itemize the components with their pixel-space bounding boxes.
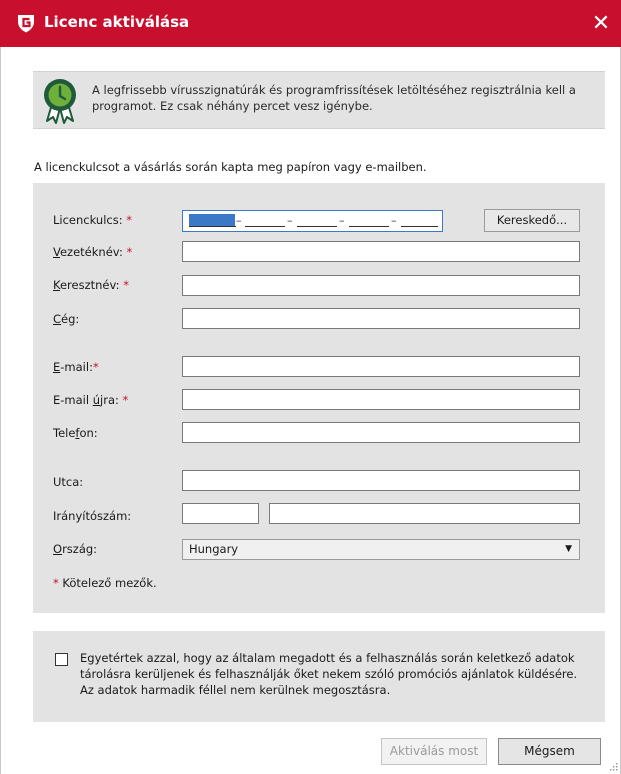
postal-label: Irányítószám:: [53, 509, 132, 523]
close-button[interactable]: ✕: [581, 0, 621, 47]
key-separator: –: [391, 214, 397, 227]
info-banner: A legfrissebb vírusszignatúrák és progra…: [33, 71, 605, 129]
phone-input[interactable]: [182, 422, 580, 443]
firstname-label: Keresztnév: *: [53, 278, 129, 292]
lastname-input[interactable]: [182, 241, 580, 262]
chevron-down-icon: ▼: [565, 544, 572, 554]
email-again-label: E-mail újra: *: [53, 393, 129, 407]
email-label: E-mail:*: [53, 360, 99, 374]
zip-input[interactable]: [182, 503, 259, 524]
intro-text: A licenckulcsot a vásárlás során kapta m…: [34, 160, 427, 174]
consent-panel: Egyetértek azzal, hogy az általam megado…: [33, 631, 605, 722]
email-again-input[interactable]: [182, 389, 580, 410]
dealer-button[interactable]: Kereskedő...: [484, 209, 580, 232]
lastname-label: Vezetéknév: *: [53, 245, 133, 259]
title-bar: Licenc aktiválása ✕: [0, 0, 621, 47]
registration-form: Licenckulcs: * – – – – Kereskedő... Veze…: [33, 183, 605, 613]
city-input[interactable]: [269, 503, 580, 524]
key-separator: –: [236, 214, 242, 227]
country-selected-value: Hungary: [189, 542, 239, 556]
cancel-button[interactable]: Mégsem: [498, 738, 601, 765]
key-separator: –: [287, 214, 293, 227]
company-input[interactable]: [182, 308, 580, 329]
company-label: Cég:: [53, 312, 80, 326]
activate-now-button[interactable]: Aktiválás most: [381, 738, 487, 765]
window-title: Licenc aktiválása: [44, 13, 190, 31]
country-select[interactable]: Hungary ▼: [182, 539, 580, 560]
gdata-shield-icon: [18, 15, 34, 33]
award-ribbon-icon: [44, 79, 76, 124]
street-input[interactable]: [182, 470, 580, 491]
consent-text: Egyetértek azzal, hogy az általam megado…: [80, 651, 578, 697]
firstname-input[interactable]: [182, 275, 580, 296]
window-border-left: [0, 47, 1, 774]
close-icon: ✕: [591, 11, 611, 36]
license-key-input[interactable]: – – – –: [182, 210, 443, 232]
phone-label: Telefon:: [53, 426, 98, 440]
required-fields-note: * Kötelező mezők.: [53, 576, 157, 590]
email-input[interactable]: [182, 356, 580, 377]
key-separator: –: [339, 214, 345, 227]
country-label: Ország:: [53, 542, 98, 556]
info-text: A legfrissebb vírusszignatúrák és progra…: [92, 83, 576, 113]
resize-grip-icon[interactable]: [608, 761, 618, 771]
license-key-label: Licenckulcs: *: [53, 213, 132, 227]
street-label: Utca:: [53, 475, 84, 489]
consent-checkbox[interactable]: [55, 653, 68, 666]
